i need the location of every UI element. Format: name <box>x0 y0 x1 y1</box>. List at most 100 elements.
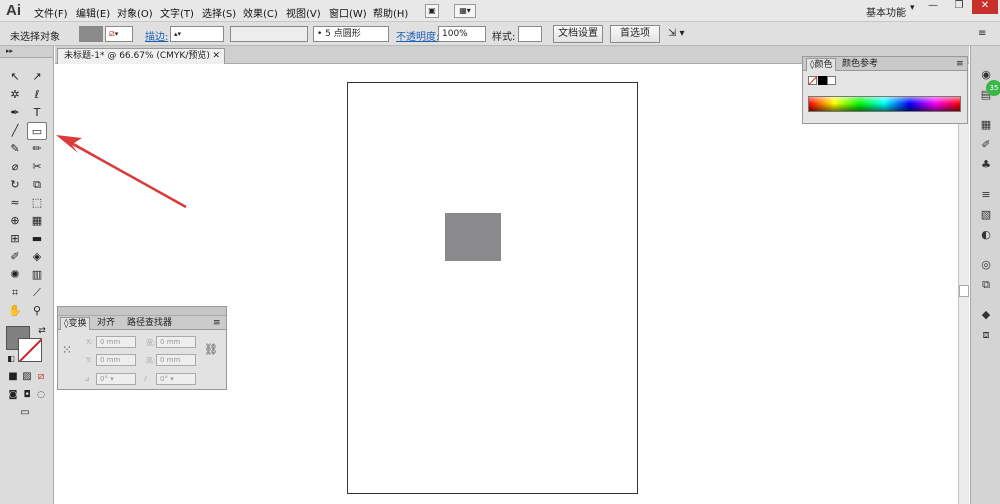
tab-transform[interactable]: ◊变换 <box>60 317 91 330</box>
menu-help[interactable]: 帮助(H) <box>373 5 408 20</box>
blend-tool-icon[interactable]: ◈ <box>27 248 47 266</box>
symbol-sprayer-tool-icon[interactable]: ✺ <box>5 266 25 284</box>
transform-again-icon[interactable]: ⇲ ▾ <box>668 28 685 39</box>
constrain-proportions-icon[interactable]: ⛓ <box>204 343 218 356</box>
stroke-color-box[interactable] <box>18 338 42 362</box>
swap-colors-icon[interactable]: ⇄ <box>32 322 52 340</box>
transparency-icon[interactable]: ◐ <box>978 228 994 242</box>
rotate-tool-icon[interactable]: ↻ <box>5 176 25 194</box>
pen-tool-icon[interactable]: ✒ <box>5 104 25 122</box>
swatches-icon[interactable]: ▦ <box>978 118 994 132</box>
tab-color[interactable]: ◊颜色 <box>806 58 837 71</box>
menu-bar: Ai 文件(F) 编辑(E) 对象(O) 文字(T) 选择(S) 效果(C) 视… <box>0 0 1000 22</box>
eyedropper-tool-icon[interactable]: ✐ <box>5 248 25 266</box>
reference-point-icon[interactable]: ⁙ <box>62 343 72 357</box>
symbols-icon[interactable]: ♣ <box>978 158 994 172</box>
graphic-style-select[interactable] <box>518 26 542 42</box>
scissors-tool-icon[interactable]: ✂ <box>27 158 47 176</box>
appearance-icon[interactable]: ◎ <box>978 258 994 272</box>
menu-effect[interactable]: 效果(C) <box>243 5 278 20</box>
selection-tool-icon[interactable]: ↖ <box>5 68 25 86</box>
menu-edit[interactable]: 编辑(E) <box>76 5 110 20</box>
chevron-down-icon[interactable]: ▾ <box>910 3 915 13</box>
close-button[interactable]: ✕ <box>972 0 998 14</box>
stroke-color-swatch[interactable]: ⧄▾ <box>105 26 133 42</box>
type-tool-icon[interactable]: T <box>27 104 47 122</box>
paintbrush-tool-icon[interactable]: ✎ <box>5 140 25 158</box>
scrollbar-thumb[interactable] <box>959 285 969 297</box>
menu-select[interactable]: 选择(S) <box>202 5 236 20</box>
gradient-tool-icon[interactable]: ▬ <box>27 230 47 248</box>
minimize-button[interactable]: — <box>920 0 946 14</box>
mesh-tool-icon[interactable]: ⊞ <box>5 230 25 248</box>
white-swatch[interactable] <box>827 76 836 85</box>
pencil-tool-icon[interactable]: ✏ <box>27 140 47 158</box>
workspace-switcher[interactable]: 基本功能 <box>866 4 906 19</box>
menu-view[interactable]: 视图(V) <box>286 5 321 20</box>
menu-type[interactable]: 文字(T) <box>160 5 194 20</box>
gradient-icon[interactable]: ▧ <box>978 208 994 222</box>
lasso-tool-icon[interactable]: ℓ <box>27 86 47 104</box>
slice-tool-icon[interactable]: ⟋ <box>27 284 47 302</box>
opacity-input[interactable]: 100% <box>438 26 486 42</box>
shape-builder-tool-icon[interactable]: ⊕ <box>5 212 25 230</box>
rectangle-tool-icon[interactable]: ▭ <box>27 122 47 140</box>
stroke-label-link[interactable]: 描边: <box>145 28 168 43</box>
tab-align[interactable]: 对齐 <box>94 317 118 330</box>
tab-color-guide[interactable]: 颜色参考 <box>839 58 881 71</box>
menu-file[interactable]: 文件(F) <box>34 5 68 20</box>
rotate-input[interactable]: 0° ▾ <box>96 373 136 385</box>
draw-inside-icon[interactable]: ◌ <box>31 386 51 404</box>
tab-pathfinder[interactable]: 路径查找器 <box>124 317 175 330</box>
maximize-button[interactable]: ❐ <box>946 0 972 14</box>
panel-menu-icon[interactable]: ≡ <box>210 317 224 330</box>
stroke-weight-input[interactable]: ▴▾ <box>170 26 224 42</box>
height-input[interactable]: 0 mm <box>156 354 196 366</box>
shear-icon: ⫽ <box>144 375 148 383</box>
zoom-tool-icon[interactable]: ⚲ <box>27 302 47 320</box>
opacity-label-link[interactable]: 不透明度: <box>396 28 439 43</box>
magic-wand-tool-icon[interactable]: ✲ <box>5 86 25 104</box>
line-tool-icon[interactable]: ╱ <box>5 122 25 140</box>
panel-menu-icon[interactable]: ≡ <box>953 58 967 71</box>
document-setup-button[interactable]: 文档设置 <box>553 25 603 43</box>
document-tab[interactable]: 未标题-1* @ 66.67% (CMYK/预览) ✕ <box>57 48 225 64</box>
variable-width-profile[interactable] <box>230 26 308 42</box>
layers-icon[interactable]: ◆ <box>978 308 994 322</box>
preferences-button[interactable]: 首选项 <box>610 25 660 43</box>
gray-rectangle-shape[interactable] <box>445 213 501 261</box>
menu-window[interactable]: 窗口(W) <box>329 5 367 20</box>
panel-menu-icon[interactable]: ≡ <box>978 28 986 39</box>
shear-input[interactable]: 0° ▾ <box>156 373 196 385</box>
y-input[interactable]: 0 mm <box>96 354 136 366</box>
screen-mode-icon[interactable]: ▭ <box>15 404 35 422</box>
vertical-scrollbar[interactable] <box>958 64 969 504</box>
none-mode-icon[interactable]: ⧄ <box>31 368 51 386</box>
fill-color-swatch[interactable] <box>79 26 103 42</box>
artboards-icon[interactable]: ⧈ <box>978 328 994 342</box>
default-colors-icon[interactable]: ◧ <box>1 350 21 368</box>
menu-object[interactable]: 对象(O) <box>117 5 153 20</box>
black-swatch[interactable] <box>818 76 827 85</box>
color-spectrum[interactable] <box>808 96 961 112</box>
graphic-styles-icon[interactable]: ⧉ <box>978 278 994 292</box>
perspective-grid-tool-icon[interactable]: ▦ <box>27 212 47 230</box>
graph-tool-icon[interactable]: ▥ <box>27 266 47 284</box>
free-transform-tool-icon[interactable]: ⬚ <box>27 194 47 212</box>
bridge-button[interactable]: ▣ <box>425 4 439 18</box>
artboard[interactable] <box>347 82 638 494</box>
brush-definition-select[interactable]: • 5 点圆形 <box>313 26 389 42</box>
blob-brush-tool-icon[interactable]: ⌀ <box>5 158 25 176</box>
x-input[interactable]: 0 mm <box>96 336 136 348</box>
arrange-documents-button[interactable]: ▦▾ <box>454 4 476 18</box>
scale-tool-icon[interactable]: ⧉ <box>27 176 47 194</box>
direct-selection-tool-icon[interactable]: ↗ <box>27 68 47 86</box>
close-icon[interactable]: ✕ <box>212 49 220 64</box>
none-swatch[interactable] <box>808 75 818 86</box>
brushes-icon[interactable]: ✐ <box>978 138 994 152</box>
stroke-icon[interactable]: ≡ <box>978 188 994 202</box>
width-input[interactable]: 0 mm <box>156 336 196 348</box>
width-tool-icon[interactable]: ≈ <box>5 194 25 212</box>
hand-tool-icon[interactable]: ✋ <box>5 302 25 320</box>
artboard-tool-icon[interactable]: ⌗ <box>5 284 25 302</box>
